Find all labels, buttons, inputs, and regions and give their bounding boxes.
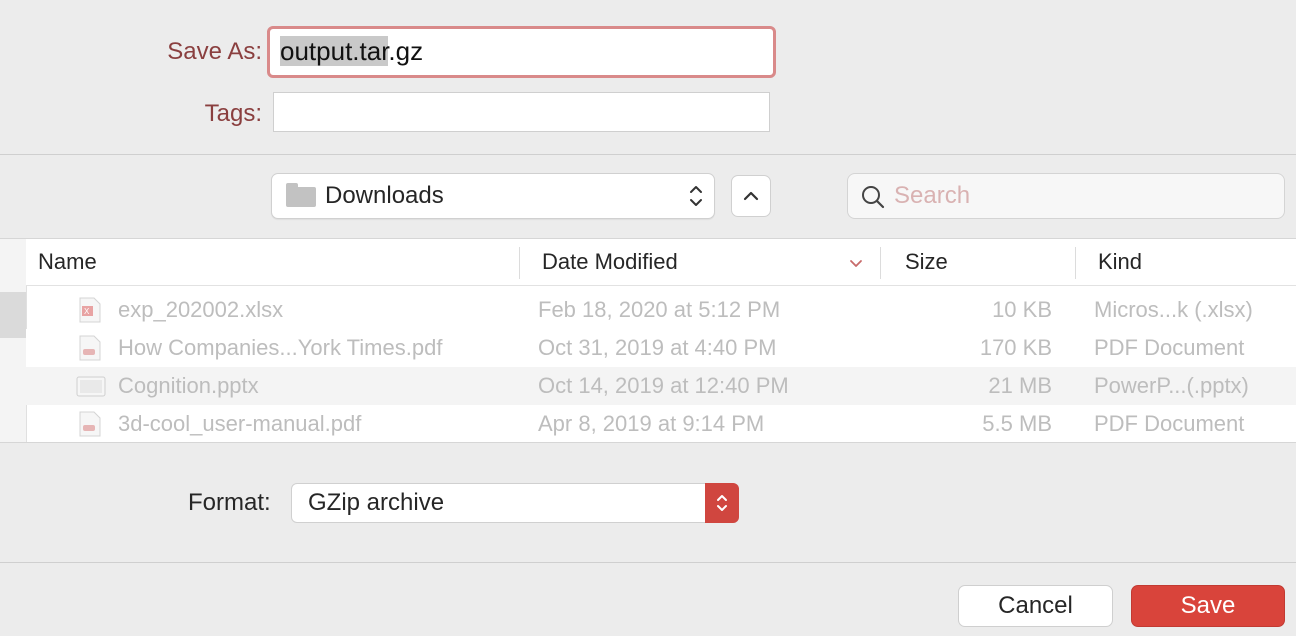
format-popup[interactable]: GZip archive: [291, 483, 739, 523]
file-name: How Companies...York Times.pdf: [118, 335, 443, 360]
sidebar-selection: [0, 292, 26, 338]
sidebar-gutter: [0, 239, 27, 442]
file-date: Oct 31, 2019 at 4:40 PM: [538, 335, 777, 360]
save-button[interactable]: Save: [1131, 585, 1285, 627]
file-date: Oct 14, 2019 at 12:40 PM: [538, 373, 789, 398]
filename-extension-text: .gz: [388, 36, 424, 66]
column-divider[interactable]: [880, 247, 881, 279]
table-row[interactable]: Cognition.pptx Oct 14, 2019 at 12:40 PM …: [26, 367, 1296, 405]
divider: [0, 562, 1296, 563]
table-row[interactable]: X exp_202002.xlsx Feb 18, 2020 at 5:12 P…: [26, 291, 1296, 329]
save-as-field[interactable]: output.tar.gz: [267, 26, 776, 78]
file-size: 5.5 MB: [982, 411, 1052, 436]
search-icon: [862, 186, 885, 209]
chevron-up-icon: [743, 191, 759, 201]
format-label: Format:: [188, 489, 271, 516]
file-kind: PDF Document: [1094, 335, 1245, 360]
file-date: Apr 8, 2019 at 9:14 PM: [538, 411, 765, 436]
expand-collapse-button[interactable]: [731, 175, 771, 217]
format-stepper[interactable]: [705, 483, 739, 523]
file-kind: PDF Document: [1094, 411, 1245, 436]
file-size: 10 KB: [992, 297, 1052, 322]
column-date-modified[interactable]: Date Modified: [542, 239, 678, 285]
save-as-label: Save As:: [167, 38, 262, 65]
file-size: 21 MB: [988, 373, 1052, 398]
svg-text:X: X: [84, 307, 90, 316]
column-name[interactable]: Name: [38, 239, 97, 285]
location-folder-label: Downloads: [325, 182, 444, 209]
file-list[interactable]: Name Date Modified Size Kind X exp_20200…: [0, 238, 1296, 443]
table-row[interactable]: 3d-cool_user-manual.pdf Apr 8, 2019 at 9…: [26, 405, 1296, 443]
format-value: GZip archive: [308, 489, 445, 516]
chevron-updown-icon: [688, 183, 704, 209]
file-kind: Micros...k (.xlsx): [1094, 297, 1253, 322]
powerpoint-file-icon: [76, 376, 106, 397]
column-kind[interactable]: Kind: [1098, 239, 1142, 285]
tags-label: Tags:: [204, 100, 262, 127]
table-header: Name Date Modified Size Kind: [26, 239, 1296, 286]
excel-file-icon: X: [79, 297, 101, 323]
column-divider[interactable]: [519, 247, 520, 279]
pdf-file-icon: [79, 411, 101, 437]
file-name: Cognition.pptx: [118, 373, 259, 398]
file-size: 170 KB: [979, 335, 1052, 360]
filename-selected-text: output.tar: [280, 36, 389, 66]
folder-icon: [286, 183, 316, 207]
file-name: 3d-cool_user-manual.pdf: [118, 411, 362, 436]
file-kind: PowerP...(.pptx): [1094, 373, 1249, 398]
location-popup[interactable]: Downloads: [271, 173, 715, 219]
sort-descending-icon: [850, 260, 862, 267]
save-as-input[interactable]: output.tar.gz: [274, 33, 769, 71]
chevron-updown-icon: [717, 495, 727, 511]
column-size[interactable]: Size: [905, 239, 948, 285]
search-field[interactable]: Search: [847, 173, 1285, 219]
pdf-file-icon: [79, 335, 101, 361]
file-date: Feb 18, 2020 at 5:12 PM: [538, 297, 781, 322]
cancel-button[interactable]: Cancel: [958, 585, 1113, 627]
divider: [0, 154, 1296, 155]
search-placeholder: Search: [894, 182, 971, 209]
file-name: exp_202002.xlsx: [118, 297, 284, 322]
table-row[interactable]: How Companies...York Times.pdf Oct 31, 2…: [26, 329, 1296, 367]
column-divider[interactable]: [1075, 247, 1076, 279]
tags-field[interactable]: [273, 92, 770, 132]
